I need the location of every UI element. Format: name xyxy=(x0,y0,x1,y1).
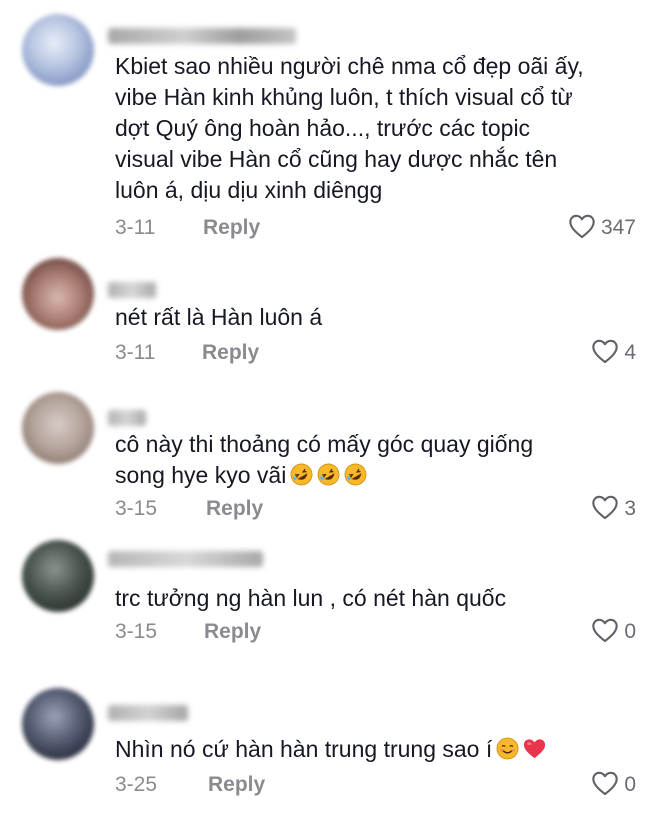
like-count: 0 xyxy=(624,620,636,643)
like-button[interactable]: 0 xyxy=(591,617,636,647)
comment-text: Kbiet sao nhiều người chê nma cổ đẹp oãi… xyxy=(115,53,584,203)
avatar[interactable] xyxy=(22,258,94,330)
heart-outline-icon xyxy=(591,617,619,648)
like-button[interactable]: 4 xyxy=(591,338,636,368)
comment-text: trc tưởng ng hàn lun , có nét hàn quốc xyxy=(115,585,507,611)
reply-button[interactable]: Reply xyxy=(203,213,260,243)
comment-meta: 3-25 Reply 0 xyxy=(115,770,636,800)
heart-outline-icon xyxy=(568,213,596,244)
like-button[interactable]: 0 xyxy=(591,770,636,800)
comment-meta: 3-15 Reply 3 xyxy=(115,494,636,524)
reply-button[interactable]: Reply xyxy=(208,770,265,800)
comment-date: 3-11 xyxy=(115,216,156,239)
heart-outline-icon xyxy=(591,770,619,801)
comment-meta: 3-11 Reply 4 xyxy=(115,338,636,368)
comment-meta: 3-15 Reply 0 xyxy=(115,617,636,647)
like-count: 4 xyxy=(624,341,636,364)
heart-outline-icon xyxy=(591,338,619,369)
like-button[interactable]: 347 xyxy=(568,213,636,243)
username-blurred[interactable] xyxy=(108,410,146,426)
avatar[interactable] xyxy=(22,688,94,760)
comment-text: Nhìn nó cứ hàn hàn trung trung sao í xyxy=(115,734,650,765)
reply-button[interactable]: Reply xyxy=(202,338,259,368)
avatar[interactable] xyxy=(22,392,94,464)
like-count: 347 xyxy=(600,216,636,239)
heart-outline-icon xyxy=(591,494,619,525)
comment-text: nét rất là Hàn luôn á xyxy=(115,304,323,330)
comment-date: 3-11 xyxy=(115,341,156,364)
comment-date: 3-25 xyxy=(115,773,158,796)
smiling-face-emoji xyxy=(496,737,519,760)
username-blurred[interactable] xyxy=(108,705,188,721)
username-blurred[interactable] xyxy=(108,282,156,298)
red-heart-emoji xyxy=(523,737,546,760)
avatar[interactable] xyxy=(22,14,94,86)
comment-text: cô này thi thoảng có mấy góc quay giống … xyxy=(115,429,650,491)
comment-date: 3-15 xyxy=(115,620,158,643)
like-count: 0 xyxy=(624,773,636,796)
reply-button[interactable]: Reply xyxy=(206,494,263,524)
username-blurred[interactable] xyxy=(108,28,296,44)
rolling-on-floor-laughing-emoji xyxy=(317,463,340,486)
comment-date: 3-15 xyxy=(115,497,158,520)
comment-meta: 3-11 Reply 347 xyxy=(115,213,636,243)
reply-button[interactable]: Reply xyxy=(204,617,261,647)
username-blurred[interactable] xyxy=(108,551,263,567)
like-count: 3 xyxy=(624,497,636,520)
avatar[interactable] xyxy=(22,540,94,612)
comment-text-content: Nhìn nó cứ hàn hàn trung trung sao í xyxy=(115,736,493,762)
rolling-on-floor-laughing-emoji xyxy=(290,463,313,486)
like-button[interactable]: 3 xyxy=(591,494,636,524)
rolling-on-floor-laughing-emoji xyxy=(344,463,367,486)
